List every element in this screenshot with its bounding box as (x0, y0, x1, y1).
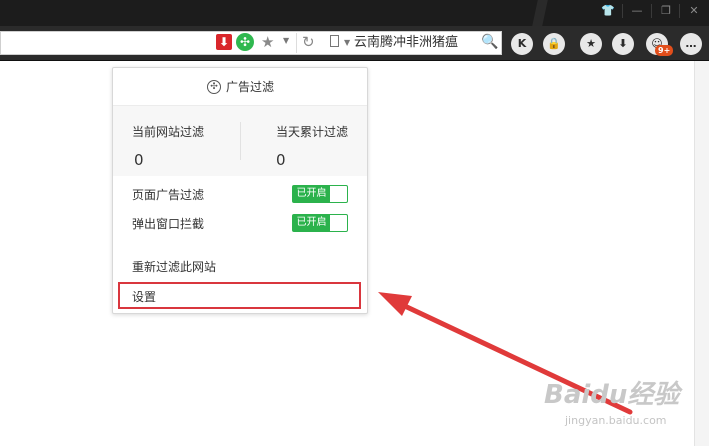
download-button[interactable]: ⬇ (612, 33, 634, 55)
popup-block-label: 弹出窗口拦截 (132, 217, 205, 231)
page-ad-filter-label: 页面广告过滤 (132, 188, 205, 202)
settings-highlight-box (118, 282, 361, 309)
search-engine-dropdown-icon[interactable]: ▼ (344, 38, 350, 47)
fan-icon: ✣ (207, 80, 221, 94)
ad-filter-extension-icon[interactable]: ✣ (236, 33, 254, 51)
window-button-separator (679, 4, 680, 18)
favorites-button[interactable]: ★ (580, 33, 602, 55)
search-input[interactable]: 云南腾冲非洲猪瘟 (354, 34, 458, 52)
toggle-on-label: 已开启 (293, 186, 330, 202)
baidu-watermark-logo: Baidu经验 (544, 380, 680, 410)
close-icon[interactable]: ✕ (683, 3, 705, 19)
current-site-filter-count: 0 (134, 151, 144, 169)
scrollbar[interactable] (694, 61, 709, 446)
title-bar-divider (532, 0, 548, 26)
today-filter-count: 0 (276, 151, 286, 169)
current-site-filter-label: 当前网站过滤 (132, 125, 205, 139)
chevron-down-icon[interactable]: ▼ (283, 36, 289, 45)
skin-icon[interactable]: 👕 (597, 3, 619, 19)
restore-icon[interactable]: ❐ (655, 3, 677, 19)
toolbar-border (0, 60, 709, 61)
bookmark-star-icon[interactable]: ★ (261, 33, 274, 51)
k-extension-button[interactable]: K (511, 33, 533, 55)
window-button-separator (651, 4, 652, 18)
minimize-icon[interactable]: — (626, 3, 648, 19)
baidu-watermark-url: jingyan.baidu.com (565, 414, 667, 427)
reload-icon[interactable]: ↻ (302, 33, 315, 51)
notification-badge: 9+ (655, 45, 674, 56)
download-extension-icon[interactable]: ⬇ (216, 34, 232, 50)
refilter-site-link[interactable]: 重新过滤此网站 (132, 259, 216, 275)
toggle-on-label: 已开启 (293, 215, 330, 231)
menu-button[interactable]: … (680, 33, 702, 55)
popup-header: ✣ 广告过滤 (113, 68, 367, 106)
lock-button[interactable]: 🔒 (543, 33, 565, 55)
today-filter-label: 当天累计过滤 (276, 125, 349, 139)
ad-filter-popup: ✣ 广告过滤 当前网站过滤 0 当天累计过滤 0 页面广告过滤 已开启 弹出窗口… (112, 67, 368, 314)
search-icon[interactable]: 🔍 (481, 33, 498, 51)
popup-block-toggle[interactable]: 已开启 (292, 214, 348, 232)
window-button-separator (622, 4, 623, 18)
stats-divider (240, 122, 241, 160)
page-ad-filter-toggle[interactable]: 已开启 (292, 185, 348, 203)
address-bar-separator (296, 33, 297, 53)
popup-title: 广告过滤 (226, 80, 275, 94)
search-engine-icon[interactable] (330, 35, 339, 47)
filter-stats: 当前网站过滤 0 当天累计过滤 0 (113, 106, 367, 176)
